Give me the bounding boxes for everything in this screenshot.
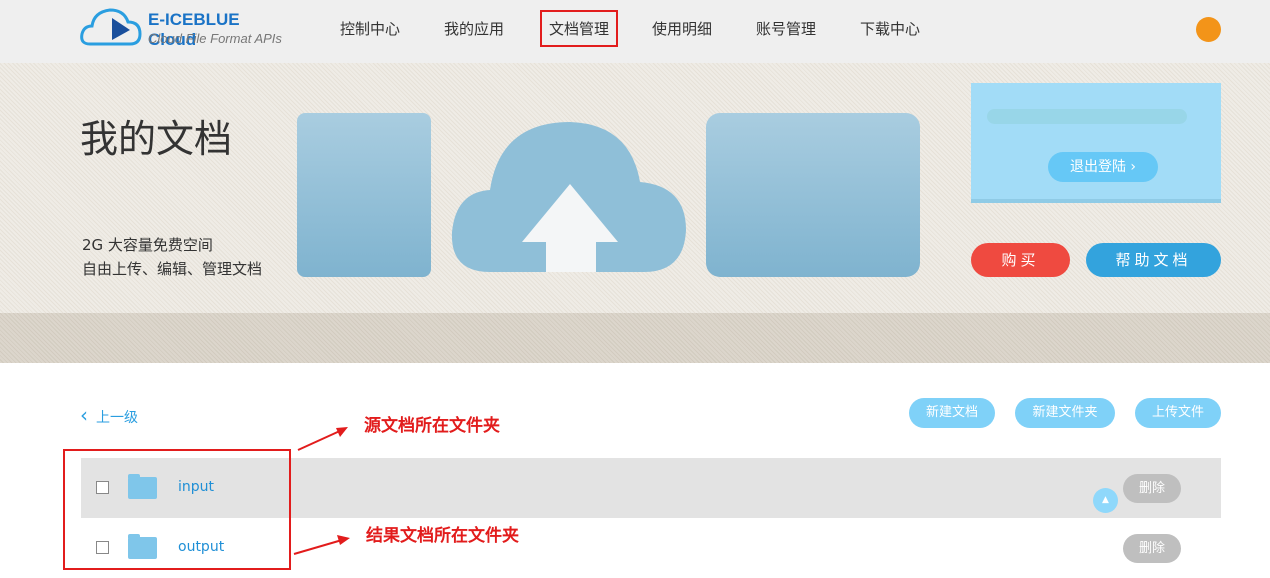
nav-usage-details[interactable]: 使用明细: [652, 18, 712, 39]
annotation-source-folder: 源文档所在文件夹: [364, 416, 500, 436]
page-title: 我的文档: [80, 117, 233, 161]
help-docs-button[interactable]: 帮助文档: [1086, 243, 1221, 277]
chevron-left-icon: ‹: [80, 403, 88, 427]
slogan-line-2: 自由上传、编辑、管理文档: [82, 260, 263, 278]
redacted-username: [987, 109, 1187, 124]
slogan-line-1: 2G 大容量免费空间: [82, 236, 213, 254]
back-label: 上一级: [96, 410, 138, 426]
buy-button[interactable]: 购买: [971, 243, 1070, 277]
scroll-to-top-icon[interactable]: ▲: [1093, 488, 1118, 513]
back-up-level-link[interactable]: ‹ 上一级: [80, 403, 138, 427]
top-header: E-ICEBLUE Cloud Cloud File Format APIs 控…: [0, 0, 1270, 63]
new-document-button[interactable]: 新建文档: [909, 398, 995, 428]
document-illustration-icon: [297, 113, 431, 277]
upload-file-button[interactable]: 上传文件: [1135, 398, 1221, 428]
user-card: 退出登陆 ›: [971, 83, 1221, 203]
new-folder-button[interactable]: 新建文件夹: [1015, 398, 1115, 428]
logo-subtitle: Cloud File Format APIs: [148, 31, 282, 46]
cloud-upload-illustration-icon: [451, 122, 686, 272]
logout-button[interactable]: 退出登陆 ›: [1048, 152, 1158, 182]
annotation-box: [63, 449, 291, 570]
nav-document-management[interactable]: 文档管理: [539, 10, 619, 47]
annotation-result-folder: 结果文档所在文件夹: [366, 526, 519, 546]
user-avatar-icon[interactable]: [1196, 17, 1221, 42]
folder-illustration-icon: [706, 113, 920, 277]
banner-band: [0, 313, 1270, 363]
nav-account-management[interactable]: 账号管理: [756, 18, 816, 39]
nav-control-center[interactable]: 控制中心: [340, 18, 400, 39]
delete-button[interactable]: 删除: [1123, 474, 1181, 503]
nav-download-center[interactable]: 下载中心: [860, 18, 920, 39]
delete-button[interactable]: 删除: [1123, 534, 1181, 563]
annotation-arrows-icon: [293, 427, 350, 555]
nav-my-apps[interactable]: 我的应用: [444, 18, 504, 39]
logo[interactable]: E-ICEBLUE Cloud Cloud File Format APIs: [80, 6, 290, 50]
cloud-logo-icon: [80, 8, 142, 46]
